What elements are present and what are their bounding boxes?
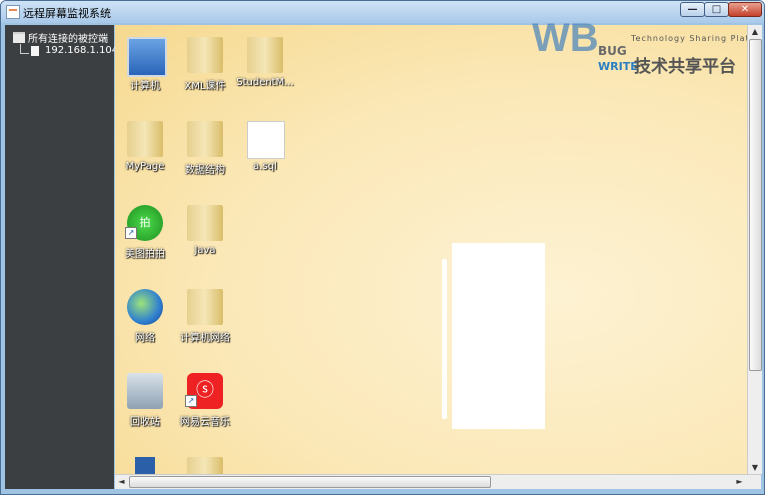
tree-root-label: 所有连接的被控端 [28, 34, 108, 45]
desktop-icon-label: XML课件 [184, 81, 226, 92]
desktop-icon-label: 美图拍拍 [125, 249, 165, 260]
desktop-icon-computer[interactable]: 计算机 [117, 29, 173, 97]
folder-icon [127, 121, 163, 157]
window-title: 远程屏幕监视系统 [23, 7, 111, 20]
desktop-icon-netease-music[interactable]: ⓢ ↗ 网易云音乐 [177, 365, 233, 433]
desktop-icon-label: 回收站 [130, 417, 160, 428]
shortcut-arrow-icon: ↗ [185, 395, 197, 407]
desktop-icon-label: a.sql [253, 161, 277, 172]
folder-open-icon [13, 32, 25, 43]
desktop-icon-label: 数据结构 [185, 165, 225, 176]
horizontal-scrollbar[interactable]: ◄ ► [115, 474, 761, 489]
folder-icon [247, 37, 283, 73]
desktop-icon-partial-folder[interactable] [177, 449, 233, 474]
folder-icon [187, 121, 223, 157]
java-app-icon [6, 5, 20, 19]
desktop-icon-recycle-bin[interactable]: 回收站 [117, 365, 173, 433]
shortcut-arrow-icon: ↗ [125, 227, 137, 239]
desktop-icon-computer-network[interactable]: 计算机网络 [177, 281, 233, 349]
watermark-bug: BUG [598, 44, 627, 58]
client-tree-panel: 所有连接的被控端 192.168.1.104 [5, 25, 118, 489]
watermark-cn: 技术共享平台 [634, 57, 736, 77]
desktop-icon-label: 网易云音乐 [180, 417, 230, 428]
desktop-icon-label: 网络 [135, 333, 155, 344]
desktop-icon-xml[interactable]: XML课件 [177, 29, 233, 97]
remote-desktop-view[interactable]: 计算机 XML课件 StudentM... MyPage 数据结构 a.sql … [115, 25, 747, 474]
folder-icon [187, 457, 223, 474]
vertical-scroll-thumb[interactable] [749, 39, 762, 371]
watermark-write: WRITE [598, 60, 638, 73]
desktop-icon-label: 计算机 [130, 81, 160, 92]
tree-client-label: 192.168.1.104 [45, 45, 119, 56]
desktop-icon-partial[interactable] [117, 449, 173, 474]
document-icon [247, 121, 285, 159]
horizontal-scroll-thumb[interactable] [129, 476, 491, 488]
desktop-icon-label: Java [194, 245, 216, 256]
watermark-wb: WB [532, 16, 599, 60]
desktop-icon-java[interactable]: Java [177, 197, 233, 265]
scroll-right-icon[interactable]: ► [733, 475, 746, 489]
computer-icon [127, 37, 167, 77]
vertical-scrollbar[interactable]: ▲ ▼ [747, 25, 762, 474]
folder-icon [187, 37, 223, 73]
app-icon [135, 457, 155, 474]
watermark-logo: WB BUG WRITE Technology Sharing Platfo 技… [516, 10, 761, 78]
folder-icon [187, 205, 223, 241]
tree-root-node[interactable]: 所有连接的被控端 [5, 29, 114, 45]
desktop-icon-data-structures[interactable]: 数据结构 [177, 113, 233, 181]
network-globe-icon [127, 289, 163, 325]
desktop-icon-label: StudentM... [236, 77, 294, 88]
desktop-icon-network[interactable]: 网络 [117, 281, 173, 349]
scroll-up-icon[interactable]: ▲ [748, 25, 762, 38]
watermark-tagline: Technology Sharing Platfo [631, 34, 760, 43]
recycle-bin-icon [127, 373, 163, 409]
remote-monitor-window: 远程屏幕监视系统 — □ ✕ 所有连接的被控端 192.168.1.104 计算… [0, 0, 765, 495]
desktop-icon-label: 计算机网络 [180, 333, 230, 344]
scroll-down-icon[interactable]: ▼ [748, 461, 762, 474]
white-strip [442, 259, 447, 419]
scroll-left-icon[interactable]: ◄ [115, 475, 128, 489]
desktop-icon-a-sql[interactable]: a.sql [237, 113, 293, 181]
file-icon [31, 46, 39, 56]
folder-icon [187, 289, 223, 325]
tree-client-node[interactable]: 192.168.1.104 [5, 44, 118, 59]
white-window-fragment [452, 243, 545, 429]
desktop-icon-mypage[interactable]: MyPage [117, 113, 173, 181]
desktop-icon-meitu[interactable]: 拍 ↗ 美图拍拍 [117, 197, 173, 265]
tree-connector [20, 44, 29, 54]
desktop-icon-studentm[interactable]: StudentM... [236, 29, 294, 97]
desktop-icon-label: MyPage [125, 161, 165, 172]
